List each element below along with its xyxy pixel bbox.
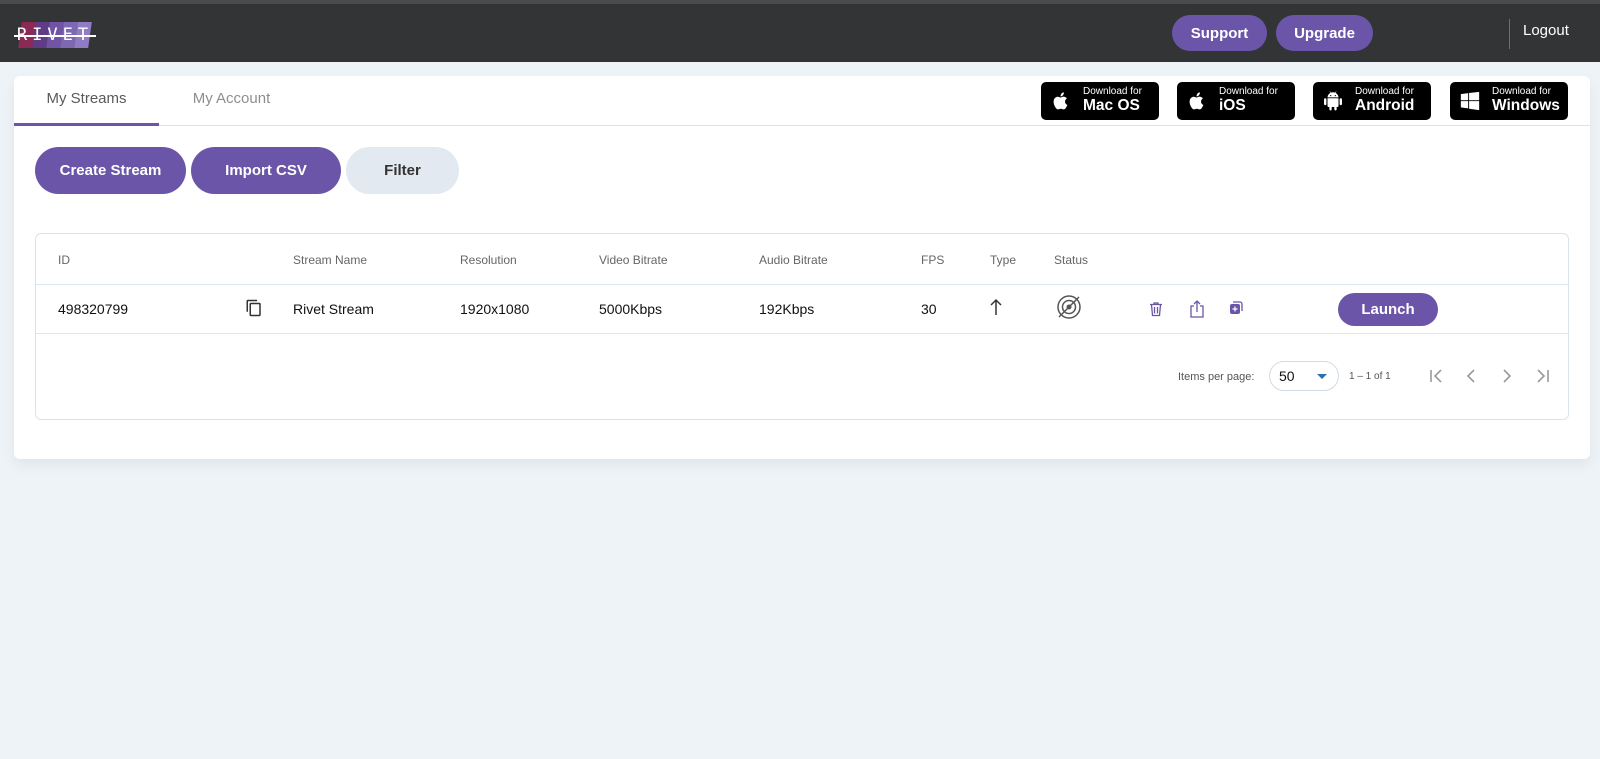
header-divider-line [36, 284, 1568, 285]
download-windows-button[interactable]: Download for Windows [1450, 82, 1568, 120]
stream-id: 498320799 [58, 301, 129, 317]
tab-my-streams[interactable]: My Streams [14, 76, 159, 126]
previous-page-icon[interactable] [1461, 366, 1481, 386]
stream-audio-bitrate: 192Kbps [759, 301, 815, 317]
row-divider-line [36, 333, 1568, 334]
create-stream-button[interactable]: Create Stream [35, 147, 186, 194]
download-macos-small: Download for [1083, 86, 1142, 97]
duplicate-icon[interactable] [1229, 301, 1243, 315]
download-android-small: Download for [1355, 86, 1414, 97]
download-ios-small: Download for [1219, 86, 1278, 97]
top-bar: RIVET Support Upgrade Logout [0, 0, 1600, 62]
support-button[interactable]: Support [1172, 15, 1267, 51]
column-header-id[interactable]: ID [58, 253, 70, 267]
broadcast-off-icon [1057, 295, 1081, 319]
column-header-status[interactable]: Status [1054, 253, 1088, 267]
column-header-resolution[interactable]: Resolution [460, 253, 517, 267]
rivet-logo[interactable]: RIVET [14, 18, 96, 50]
header-divider [1509, 19, 1510, 49]
download-windows-label: Windows [1492, 97, 1560, 114]
apple-icon [1053, 92, 1068, 110]
stream-fps: 30 [921, 301, 937, 317]
apple-icon [1189, 92, 1204, 110]
last-page-icon[interactable] [1533, 366, 1553, 386]
items-per-page-select[interactable]: 50 [1269, 361, 1339, 391]
trash-icon[interactable] [1149, 301, 1163, 317]
items-per-page-label: Items per page: [1178, 371, 1255, 383]
download-macos-button[interactable]: Download for Mac OS [1041, 82, 1159, 120]
import-csv-button[interactable]: Import CSV [191, 147, 341, 194]
next-page-icon[interactable] [1497, 366, 1517, 386]
download-macos-label: Mac OS [1083, 97, 1140, 114]
logout-button[interactable]: Logout [1523, 22, 1569, 39]
column-header-type[interactable]: Type [990, 253, 1016, 267]
logo-strike [14, 35, 96, 37]
filter-button[interactable]: Filter [346, 147, 459, 194]
tab-my-account[interactable]: My Account [159, 76, 304, 126]
android-icon [1324, 91, 1342, 111]
windows-icon [1460, 91, 1480, 111]
column-header-stream-name[interactable]: Stream Name [293, 253, 367, 267]
pagination-range: 1 – 1 of 1 [1349, 371, 1391, 382]
stream-video-bitrate: 5000Kbps [599, 301, 663, 317]
launch-button[interactable]: Launch [1338, 293, 1438, 326]
streams-card: My Streams My Account Download for Mac O… [14, 76, 1590, 459]
streams-table: ID Stream Name Resolution Video Bitrate … [35, 233, 1569, 420]
items-per-page-value: 50 [1279, 368, 1295, 384]
stream-name: Rivet Stream [293, 301, 374, 317]
column-header-audio-bitrate[interactable]: Audio Bitrate [759, 253, 828, 267]
download-windows-small: Download for [1492, 86, 1551, 97]
upgrade-button[interactable]: Upgrade [1276, 15, 1373, 51]
chevron-down-icon [1317, 374, 1327, 379]
download-android-label: Android [1355, 97, 1415, 114]
arrow-up-icon [990, 298, 1002, 315]
first-page-icon[interactable] [1426, 366, 1446, 386]
download-android-button[interactable]: Download for Android [1313, 82, 1431, 120]
column-header-fps[interactable]: FPS [921, 253, 944, 267]
stream-resolution: 1920x1080 [460, 301, 530, 317]
share-icon[interactable] [1189, 299, 1205, 319]
column-header-video-bitrate[interactable]: Video Bitrate [599, 253, 668, 267]
copy-icon[interactable] [245, 299, 263, 317]
download-ios-button[interactable]: Download for iOS [1177, 82, 1295, 120]
download-ios-label: iOS [1219, 97, 1246, 114]
